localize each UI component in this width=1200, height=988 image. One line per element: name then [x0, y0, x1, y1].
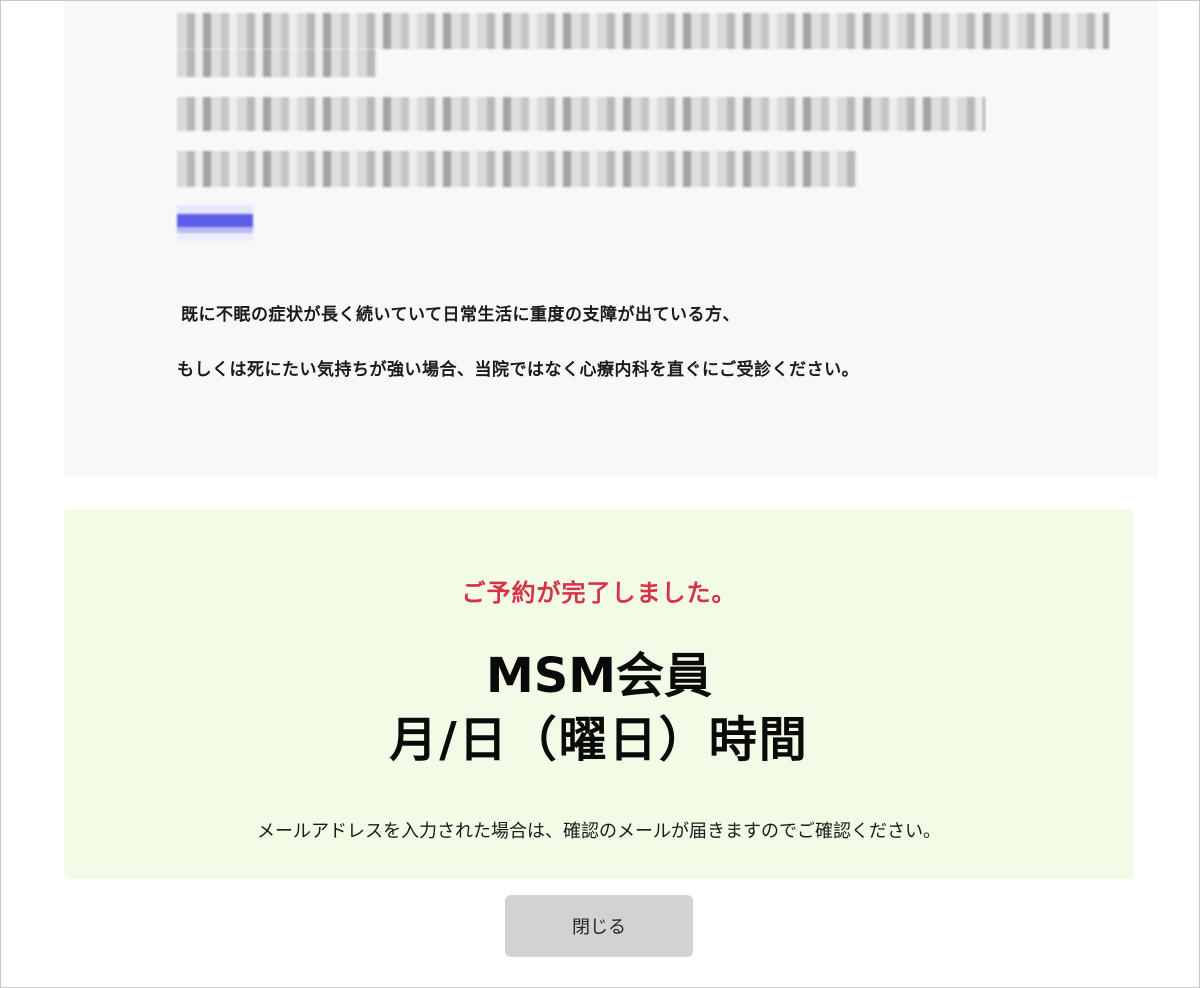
- blurred-text: [177, 97, 985, 131]
- notice-panel: 既に不眠の症状が長く続いていて日常生活に重度の支障が出ている方、 もしくは死にた…: [64, 1, 1158, 477]
- warning-text-line-2: もしくは死にたい気持ちが強い場合、当院ではなく心療内科を直ぐにご受診ください。: [177, 360, 860, 380]
- reservation-datetime: 月/日（曜日）時間: [389, 712, 809, 768]
- blurred-link[interactable]: [177, 205, 253, 241]
- reservation-confirmation-panel: ご予約が完了しました。 MSM会員 月/日（曜日）時間 メールアドレスを入力され…: [64, 509, 1134, 879]
- warning-text-line-1: 既に不眠の症状が長く続いていて日常生活に重度の支障が出ている方、: [181, 305, 740, 325]
- blurred-text: [177, 13, 1109, 49]
- close-button[interactable]: 閉じる: [505, 895, 693, 957]
- membership-plan: MSM会員: [485, 648, 713, 704]
- reservation-complete-message: ご予約が完了しました。: [461, 579, 737, 607]
- email-confirmation-note: メールアドレスを入力された場合は、確認のメールが届きますのでご確認ください。: [257, 821, 941, 842]
- blurred-text: [177, 49, 377, 77]
- blurred-text: [177, 151, 857, 187]
